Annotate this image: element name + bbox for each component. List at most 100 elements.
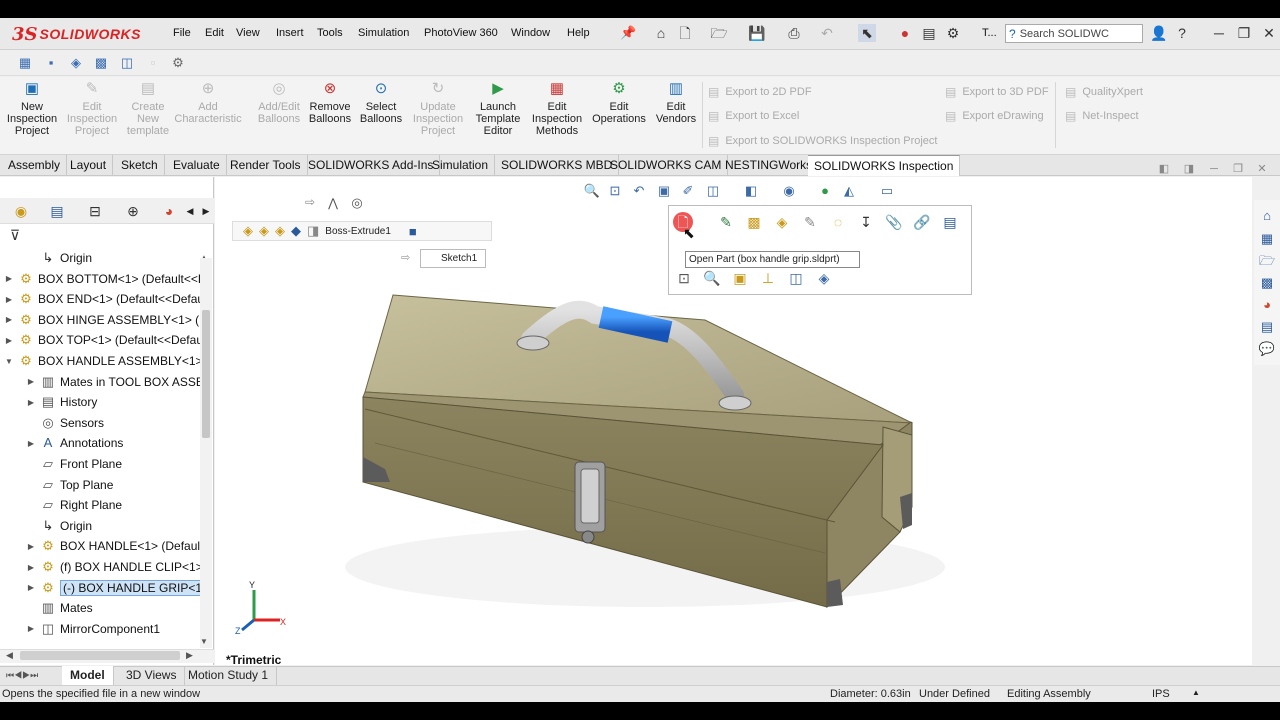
settings-gear-icon[interactable]: ⚙ [170,55,186,71]
ribbon-button-edit-vendors[interactable]: ▥ Edit Vendors [648,80,704,125]
menu-photoview-360[interactable]: PhotoView 360 [424,27,498,39]
transparency-icon[interactable]: ◌ [828,212,848,232]
tree-item[interactable]: ▼ ⚙ BOX HANDLE ASSEMBLY<1> ( [0,351,200,371]
menu-window[interactable]: Window [511,27,550,39]
configuration-icon[interactable]: ◈ [772,212,792,232]
edit-part-icon[interactable]: ✎ [716,212,736,232]
tab-sketch[interactable]: Sketch [115,155,165,176]
section-view-icon[interactable]: ▣ [655,183,673,199]
rebuild-icon[interactable]: ▣ [730,268,750,288]
file-explorer-icon[interactable]: 🗁 [1258,252,1276,270]
crumb-feature[interactable]: Boss-Extrude1 [325,226,391,237]
tree-item[interactable]: ▶ ⚙ (f) BOX HANDLE CLIP<1> [0,557,200,577]
tree-item[interactable]: ▶ ▤ History [0,392,200,412]
tab-solidworks-mbd[interactable]: SOLIDWORKS MBD [495,155,620,176]
isolate-icon[interactable]: ↧ [856,212,876,232]
tree-item[interactable]: ↳ Origin [0,248,200,268]
scene-icon[interactable]: ◭ [840,183,858,199]
search-box[interactable]: ? Search SOLIDWC [1005,24,1143,43]
tree-item[interactable]: ▶ ⚙ BOX BOTTOM<1> (Default<<D [0,269,200,289]
mate-icon[interactable]: 📎 [884,212,904,232]
tab-scroll-left-icon[interactable]: ◧ [1155,160,1173,178]
zoom-area-icon[interactable]: ⊡ [606,183,624,199]
export-link-export-edrawing[interactable]: ▤ Export eDrawing [945,109,1044,123]
tab-assembly[interactable]: Assembly [2,155,68,176]
expand-arrow-icon[interactable]: ▶ [26,377,36,386]
expand-arrow-icon[interactable]: ▶ [4,336,14,345]
toolbar-icon-2[interactable]: ▪ [43,55,59,71]
ring-icon[interactable]: ◎ [346,193,368,213]
view-orientation-icon[interactable]: ◫ [704,183,722,199]
display-style-icon[interactable]: ◧ [742,183,760,199]
save-icon[interactable]: 💾 [748,24,766,42]
tab-layout[interactable]: Layout [64,155,114,176]
crumb-end-icon[interactable]: ■ [409,224,417,239]
design-library-icon[interactable]: ▦ [1258,230,1276,248]
tree-item[interactable]: ▶ ⚙ BOX END<1> (Default<<Defau [0,289,200,309]
units-selector[interactable]: IPS [1152,688,1170,700]
home-icon[interactable]: ⌂ [652,24,670,42]
undo-icon[interactable]: ↶ [818,24,836,42]
view-icon[interactable]: ◫ [786,268,806,288]
tree-item[interactable]: ▶ ⚙ (-) BOX HANDLE GRIP<1> [0,578,200,598]
configuration-tab-icon[interactable]: ⊟ [86,202,104,220]
tree-item[interactable]: ▶ ⚙ BOX HANDLE<1> (Default [0,536,200,556]
tab-render-tools[interactable]: Render Tools [224,155,308,176]
tree-scroll-thumb[interactable] [202,310,210,438]
export-link-export-to-2d-pdf[interactable]: ▤ Export to 2D PDF [708,85,812,99]
expand-arrow-icon[interactable]: ▼ [4,357,14,366]
move-component-icon[interactable]: ⊥ [758,268,778,288]
expand-arrow-icon[interactable]: ▶ [26,542,36,551]
expand-arrow-icon[interactable]: ▶ [4,315,14,324]
tree-item[interactable]: ▶ ◫ MirrorComponent1 [0,619,200,639]
feature-crumb-icon[interactable]: ◨ [307,223,319,239]
tree-item[interactable]: ▶ A Annotations [0,433,200,453]
assembly-crumb-icon[interactable]: ◈ [275,223,285,239]
forum-icon[interactable]: 💬 [1258,340,1276,358]
file-properties-icon[interactable]: ▤ [920,24,938,42]
crumb-sketch[interactable]: Sketch1 [420,249,486,268]
open-folder-icon[interactable]: 🗁 [710,24,728,42]
toolbar-icon-3[interactable]: ◈ [68,55,84,71]
minimize-icon[interactable]: ─ [1210,24,1228,42]
tree-item[interactable]: ▥ Mates [0,598,200,618]
home-pane-icon[interactable]: ⌂ [1258,207,1276,225]
export-link-export-to-3d-pdf[interactable]: ▤ Export to 3D PDF [945,85,1049,99]
export-link-qualityxpert[interactable]: ▤ QualityXpert [1065,85,1143,99]
export-link-net-inspect[interactable]: ▤ Net-Inspect [1065,109,1139,123]
tree-item[interactable]: ◎ Sensors [0,413,200,433]
part-crumb-icon[interactable]: ◆ [291,223,301,239]
ribbon-button-edit-operations[interactable]: ⚙ Edit Operations [591,80,647,125]
traffic-light-icon[interactable]: ● [896,24,914,42]
hide-show-icon[interactable]: ◉ [780,183,798,199]
ribbon-button-remove-balloons[interactable]: ⊗ Remove Balloons [302,80,358,125]
assembly-crumb-icon[interactable]: ◈ [259,223,269,239]
export-link-export-to-excel[interactable]: ▤ Export to Excel [708,109,799,123]
toolbar-icon-6[interactable]: ▫ [145,55,161,71]
new-document-icon[interactable]: 🗋 [676,24,694,42]
bottom-tab-model[interactable]: Model [62,666,114,685]
zoom-icon[interactable]: 🔍 [702,268,722,288]
tab-scroll-right-icon[interactable]: ◨ [1180,160,1198,178]
bottom-tab-3d-views[interactable]: 3D Views [118,666,186,685]
units-dropdown-icon[interactable]: ▲ [1192,688,1200,697]
tree-item[interactable]: ▶ ⚙ BOX HINGE ASSEMBLY<1> (De [0,310,200,330]
close-icon[interactable]: ✕ [1260,24,1278,42]
tab-simulation[interactable]: Simulation [426,155,496,176]
appearance-icon[interactable]: ● [816,183,834,199]
options-gear-icon[interactable]: ⚙ [944,24,962,42]
tree-item[interactable]: ▶ ⚙ BOX TOP<1> (Default<<Defau [0,330,200,350]
select-cursor-icon[interactable]: ⬉ [858,24,876,42]
expand-arrow-icon[interactable]: ▶ [26,439,36,448]
restore-icon[interactable]: ❐ [1235,24,1253,42]
solidworks-logo[interactable]: 3S SOLIDWORKS [12,22,142,46]
tab-solidworks-inspection[interactable]: SOLIDWORKS Inspection [808,155,961,176]
menu-edit[interactable]: Edit [205,27,224,39]
tree-item[interactable]: ▶ ▥ Mates in TOOL BOX ASSEM [0,372,200,392]
filter-icon[interactable]: ⊽ [6,226,24,244]
tab-evaluate[interactable]: Evaluate [167,155,227,176]
dimxpert-tab-icon[interactable]: ⊕ [124,202,142,220]
custom-properties-icon[interactable]: ▤ [1258,318,1276,336]
ribbon-button-add-characteristic[interactable]: ⊕ Add Characteristic [174,80,241,125]
help-icon[interactable]: ? [1173,24,1191,42]
